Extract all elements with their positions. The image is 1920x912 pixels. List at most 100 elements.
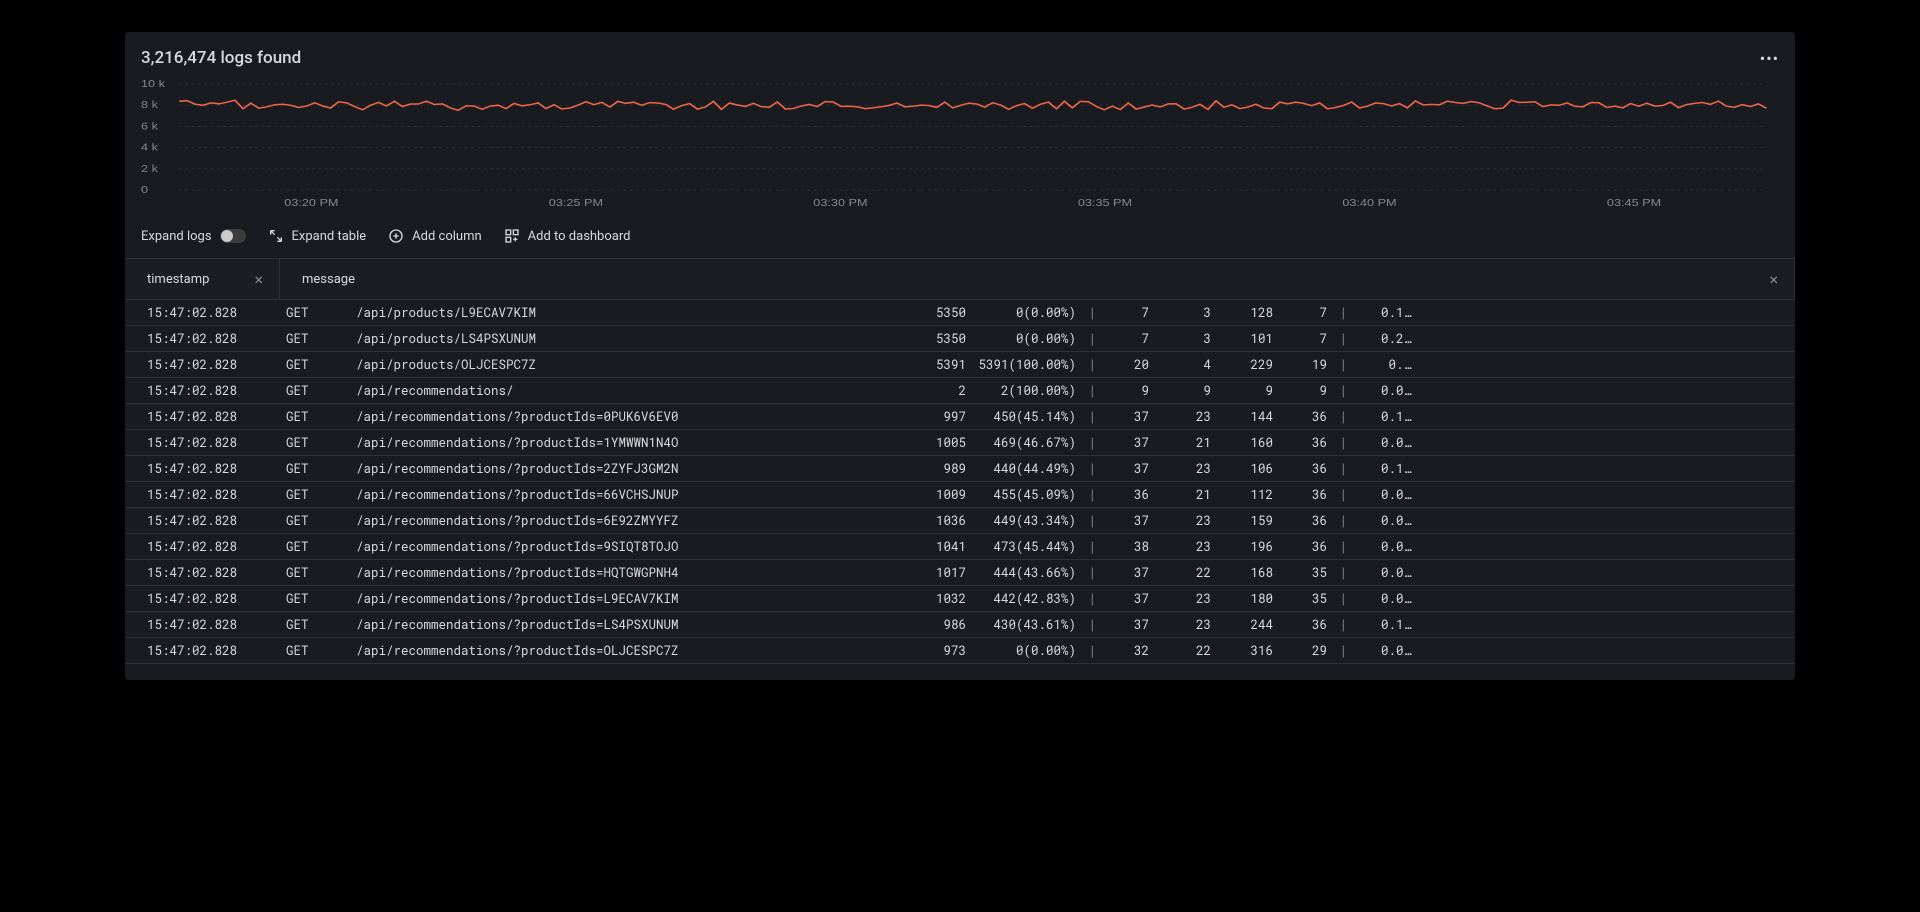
count: 2 xyxy=(916,383,966,399)
expand-logs-toggle[interactable]: Expand logs xyxy=(141,229,246,244)
expand-logs-label: Expand logs xyxy=(141,229,212,244)
metric-4: 36 xyxy=(1273,435,1327,451)
separator: | xyxy=(1076,383,1096,399)
separator: | xyxy=(1076,461,1096,477)
table-row[interactable]: 15:47:02.828GET/api/recommendations/?pro… xyxy=(125,560,1795,586)
expand-table-button[interactable]: Expand table xyxy=(268,228,367,244)
metric-tail: 0.0… xyxy=(1347,435,1411,451)
fail-count: 0(0.00%) xyxy=(966,305,1076,321)
table-row[interactable]: 15:47:02.828GET/api/recommendations/?pro… xyxy=(125,586,1795,612)
panel-title: 3,216,474 logs found xyxy=(141,48,301,68)
separator: | xyxy=(1327,643,1347,659)
metric-tail: 0.1… xyxy=(1347,305,1411,321)
count: 973 xyxy=(916,643,966,659)
column-header-timestamp[interactable]: timestamp × xyxy=(125,259,280,299)
svg-text:03:45 PM: 03:45 PM xyxy=(1607,198,1661,208)
column-label: timestamp xyxy=(147,272,209,287)
metric-tail: 0.0… xyxy=(1347,513,1411,529)
metric-4: 36 xyxy=(1273,617,1327,633)
log-volume-chart[interactable]: 10 k8 k6 k4 k2 k0 03:20 PM03:25 PM03:30 … xyxy=(125,80,1795,212)
metric-4: 36 xyxy=(1273,461,1327,477)
table-row[interactable]: 15:47:02.828GET/api/recommendations/22(1… xyxy=(125,378,1795,404)
metric-3: 9 xyxy=(1211,383,1273,399)
request-path: /api/recommendations/?productIds=0PUK6V6… xyxy=(356,409,916,425)
separator: | xyxy=(1076,565,1096,581)
more-menu-button[interactable]: ••• xyxy=(1760,49,1779,68)
separator: | xyxy=(1076,539,1096,555)
separator: | xyxy=(1327,487,1347,503)
metric-2: 23 xyxy=(1149,461,1211,477)
close-icon[interactable]: × xyxy=(250,270,267,289)
fail-count: 2(100.00%) xyxy=(966,383,1076,399)
cell-message: GET/api/recommendations/?productIds=9SIQ… xyxy=(280,539,1795,555)
metric-2: 21 xyxy=(1149,487,1211,503)
http-method: GET xyxy=(286,461,356,477)
column-header-message[interactable]: message × xyxy=(280,259,1795,299)
fail-count: 442(42.83%) xyxy=(966,591,1076,607)
separator: | xyxy=(1327,383,1347,399)
metric-1: 7 xyxy=(1096,331,1149,347)
fail-count: 0(0.00%) xyxy=(966,643,1076,659)
table-row[interactable]: 15:47:02.828GET/api/products/OLJCESPC7Z5… xyxy=(125,352,1795,378)
http-method: GET xyxy=(286,487,356,503)
http-method: GET xyxy=(286,357,356,373)
fail-count: 430(43.61%) xyxy=(966,617,1076,633)
toggle-icon xyxy=(220,229,246,243)
table-row[interactable]: 15:47:02.828 GET/api/recommendations/?pro… xyxy=(125,508,1795,534)
metric-1: 9 xyxy=(1096,383,1149,399)
request-path: /api/recommendations/?productIds=2ZYFJ3G… xyxy=(356,461,916,477)
table-header: timestamp × message × xyxy=(125,258,1795,300)
table-row[interactable]: 15:47:02.828GET/api/recommendations/?pro… xyxy=(125,534,1795,560)
request-path: /api/recommendations/?productIds=66VCHSJ… xyxy=(356,487,916,503)
table-row[interactable]: 15:47:02.828GET/api/products/L9ECAV7KIM5… xyxy=(125,300,1795,326)
table-row[interactable]: 15:47:02.828GET/api/recommendations/?pro… xyxy=(125,638,1795,664)
separator: | xyxy=(1076,591,1096,607)
metric-1: 37 xyxy=(1096,565,1149,581)
table-row[interactable]: 15:47:02.828GET/api/products/LS4PSXUNUM5… xyxy=(125,326,1795,352)
metric-4: 36 xyxy=(1273,539,1327,555)
metric-2: 3 xyxy=(1149,305,1211,321)
fail-count: 473(45.44%) xyxy=(966,539,1076,555)
separator: | xyxy=(1327,617,1347,633)
request-path: /api/products/LS4PSXUNUM xyxy=(356,331,916,347)
metric-1: 37 xyxy=(1096,435,1149,451)
separator: | xyxy=(1327,539,1347,555)
separator: | xyxy=(1327,565,1347,581)
cell-timestamp: 15:47:02.828 xyxy=(125,357,280,373)
svg-text:0: 0 xyxy=(141,185,148,195)
metric-tail: 0.1… xyxy=(1347,617,1411,633)
metric-1: 37 xyxy=(1096,409,1149,425)
add-column-button[interactable]: Add column xyxy=(388,228,482,244)
cell-timestamp: 15:47:02.828 xyxy=(125,513,280,529)
table-row[interactable]: 15:47:02.828GET/api/recommendations/?pro… xyxy=(125,430,1795,456)
metric-4: 36 xyxy=(1273,409,1327,425)
metric-tail: 0.0… xyxy=(1347,487,1411,503)
table-row[interactable]: 15:47:02.828 GET/api/recommendations/?pro… xyxy=(125,456,1795,482)
metric-2: 23 xyxy=(1149,539,1211,555)
metric-tail: 0.… xyxy=(1347,357,1411,373)
count: 997 xyxy=(916,409,966,425)
table-row[interactable]: 15:47:02.828GET/api/recommendations/?pro… xyxy=(125,404,1795,430)
count: 5350 xyxy=(916,305,966,321)
add-to-dashboard-button[interactable]: Add to dashboard xyxy=(504,228,631,244)
cell-message: GET/api/products/LS4PSXUNUM53500(0.00%)|… xyxy=(280,331,1795,347)
fail-count: 455(45.09%) xyxy=(966,487,1076,503)
http-method: GET xyxy=(286,539,356,555)
svg-text:2 k: 2 k xyxy=(141,164,158,174)
cell-message: GET/api/recommendations/?productIds=1YMW… xyxy=(280,435,1795,451)
svg-text:6 k: 6 k xyxy=(141,122,158,132)
table-row[interactable]: 15:47:02.828GET/api/recommendations/?pro… xyxy=(125,612,1795,638)
separator: | xyxy=(1327,409,1347,425)
request-path: /api/recommendations/?productIds=6E92ZMY… xyxy=(356,513,916,529)
separator: | xyxy=(1076,305,1096,321)
cell-message: GET/api/recommendations/?productIds=66VC… xyxy=(280,487,1795,503)
metric-3: 106 xyxy=(1211,461,1273,477)
log-table-body: 15:47:02.828GET/api/products/L9ECAV7KIM5… xyxy=(125,300,1795,664)
metric-1: 37 xyxy=(1096,617,1149,633)
cell-timestamp: 15:47:02.828 xyxy=(125,461,280,477)
http-method: GET xyxy=(286,513,356,529)
cell-message: GET/api/recommendations/?productIds=LS4P… xyxy=(280,617,1795,633)
table-row[interactable]: 15:47:02.828GET/api/recommendations/?pro… xyxy=(125,482,1795,508)
close-icon[interactable]: × xyxy=(1765,270,1782,289)
metric-2: 23 xyxy=(1149,513,1211,529)
